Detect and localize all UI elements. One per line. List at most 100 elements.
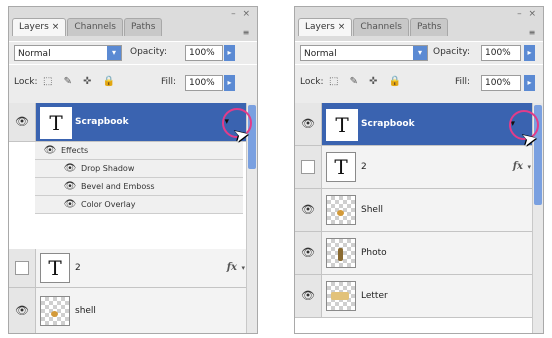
panel-menu-icon[interactable]: ≡ bbox=[239, 29, 253, 37]
blend-options-row: Normal ▾ Opacity: 100% ▸ bbox=[295, 41, 543, 65]
layer-name[interactable]: 2 bbox=[361, 161, 367, 173]
eye-icon[interactable]: 👁 bbox=[301, 118, 315, 130]
fill-label: Fill: bbox=[455, 77, 471, 87]
opacity-label: Opacity: bbox=[130, 47, 167, 57]
eye-icon[interactable]: 👁 bbox=[15, 304, 29, 317]
visibility-cell[interactable]: 👁 bbox=[295, 232, 322, 274]
lock-icons[interactable]: ⬚ ✎ ✜ 🔒 bbox=[329, 76, 405, 87]
opacity-flyout-icon[interactable]: ▸ bbox=[524, 45, 535, 61]
eye-icon[interactable]: 👁 bbox=[301, 247, 315, 259]
blend-mode-select[interactable]: Normal ▾ bbox=[14, 45, 122, 61]
visibility-cell[interactable] bbox=[295, 146, 322, 188]
image-layer-thumbnail bbox=[326, 238, 356, 268]
layer-list: 👁 T Scrapbook ▾ T 2 fx ▾ 👁 Shell 👁 Photo… bbox=[295, 103, 543, 333]
panel-menu-icon[interactable]: ≡ bbox=[525, 29, 539, 37]
tab-layers[interactable]: Layers × bbox=[298, 18, 353, 36]
visibility-cell[interactable]: 👁 bbox=[295, 189, 322, 231]
close-icon[interactable]: × bbox=[52, 22, 60, 32]
fill-input[interactable]: 100% bbox=[481, 75, 521, 91]
text-layer-thumbnail: T bbox=[326, 109, 358, 141]
layer-name[interactable]: 2 bbox=[75, 262, 81, 274]
fx-icon[interactable]: fx bbox=[513, 161, 523, 173]
opacity-flyout-icon[interactable]: ▸ bbox=[224, 45, 235, 61]
visibility-off-box[interactable] bbox=[301, 160, 315, 174]
layer-row-2[interactable]: T 2 fx ▾ bbox=[295, 146, 533, 189]
tab-paths[interactable]: Paths bbox=[123, 18, 163, 36]
text-layer-thumbnail: T bbox=[40, 107, 72, 139]
chevron-down-icon: ▾ bbox=[413, 46, 427, 60]
fill-flyout-icon[interactable]: ▸ bbox=[224, 75, 235, 91]
shell-thumbnail-art bbox=[51, 311, 58, 317]
tab-channels[interactable]: Channels bbox=[353, 18, 409, 36]
tab-paths[interactable]: Paths bbox=[409, 18, 449, 36]
layer-name[interactable]: Shell bbox=[361, 204, 383, 216]
visibility-cell[interactable]: 👁 bbox=[295, 275, 322, 317]
effect-row-bevel[interactable]: 👁 Bevel and Emboss bbox=[35, 178, 243, 196]
visibility-off-box[interactable] bbox=[15, 261, 29, 275]
shell-thumbnail-art bbox=[337, 210, 344, 216]
window-controls[interactable]: – × bbox=[231, 9, 252, 19]
tab-layers[interactable]: Layers × bbox=[12, 18, 67, 36]
layers-panel-left: – × Layers × Channels Paths ≡ Normal ▾ Op… bbox=[8, 6, 258, 334]
chevron-down-icon[interactable]: ▾ bbox=[527, 163, 531, 171]
effect-row-color-overlay[interactable]: 👁 Color Overlay bbox=[35, 196, 243, 214]
eye-icon[interactable]: 👁 bbox=[301, 290, 315, 302]
layer-row-shell[interactable]: 👁 Shell bbox=[295, 189, 533, 232]
panel-tabs: Layers × Channels Paths bbox=[298, 18, 449, 36]
letter-thumbnail-art bbox=[331, 292, 349, 300]
opacity-input[interactable]: 100% bbox=[481, 45, 521, 61]
eye-icon[interactable]: 👁 bbox=[15, 116, 29, 128]
close-icon[interactable]: × bbox=[338, 22, 346, 32]
opacity-input[interactable]: 100% bbox=[185, 45, 223, 61]
eye-icon[interactable]: 👁 bbox=[63, 199, 77, 211]
text-layer-thumbnail: T bbox=[40, 253, 70, 283]
layer-row-scrapbook[interactable]: 👁 T Scrapbook ▾ bbox=[9, 103, 247, 142]
effect-row-drop-shadow[interactable]: 👁 Drop Shadow bbox=[35, 160, 243, 178]
eye-icon[interactable]: 👁 bbox=[43, 145, 57, 157]
lock-icons[interactable]: ⬚ ✎ ✜ 🔒 bbox=[43, 76, 119, 87]
fill-label: Fill: bbox=[161, 77, 177, 87]
chevron-down-icon[interactable]: ▾ bbox=[241, 264, 245, 272]
effect-name: Color Overlay bbox=[81, 200, 136, 209]
tab-channels[interactable]: Channels bbox=[67, 18, 123, 36]
panel-tabs: Layers × Channels Paths bbox=[12, 18, 163, 36]
chevron-down-icon: ▾ bbox=[107, 46, 121, 60]
layer-row-photo[interactable]: 👁 Photo bbox=[295, 232, 533, 275]
image-layer-thumbnail bbox=[326, 195, 356, 225]
layer-row-2[interactable]: T 2 fx ▾ bbox=[9, 249, 247, 288]
effects-header-row[interactable]: 👁 Effects bbox=[35, 142, 243, 160]
text-layer-thumbnail: T bbox=[326, 152, 356, 182]
layer-list: 👁 T Scrapbook ▾ 👁 Effects 👁 Drop Shadow … bbox=[9, 103, 257, 333]
window-controls[interactable]: – × bbox=[517, 9, 538, 19]
visibility-cell[interactable] bbox=[9, 249, 36, 287]
effect-name: Bevel and Emboss bbox=[81, 182, 155, 191]
layer-name[interactable]: Photo bbox=[361, 247, 387, 259]
layer-row-shell[interactable]: 👁 shell bbox=[9, 288, 247, 333]
fill-input[interactable]: 100% bbox=[185, 75, 223, 91]
layer-name[interactable]: Letter bbox=[361, 290, 388, 302]
visibility-cell[interactable]: 👁 bbox=[9, 103, 36, 141]
photo-thumbnail-art bbox=[338, 248, 343, 261]
fx-icon[interactable]: fx bbox=[227, 262, 237, 274]
blend-options-row: Normal ▾ Opacity: 100% ▸ bbox=[9, 41, 257, 65]
image-layer-thumbnail bbox=[326, 281, 356, 311]
visibility-cell[interactable]: 👁 bbox=[295, 103, 322, 145]
layer-row-letter[interactable]: 👁 Letter bbox=[295, 275, 533, 318]
fill-flyout-icon[interactable]: ▸ bbox=[524, 75, 535, 91]
layer-row-scrapbook[interactable]: 👁 T Scrapbook ▾ bbox=[295, 103, 533, 146]
visibility-cell[interactable]: 👁 bbox=[9, 288, 36, 333]
layer-name[interactable]: shell bbox=[75, 305, 96, 317]
eye-icon[interactable]: 👁 bbox=[301, 204, 315, 216]
layer-name[interactable]: Scrapbook bbox=[75, 116, 129, 128]
image-layer-thumbnail bbox=[40, 296, 70, 326]
opacity-label: Opacity: bbox=[433, 47, 470, 57]
lock-label: Lock: bbox=[300, 77, 324, 87]
layers-panel-right: – × Layers × Channels Paths ≡ Normal ▾ Op… bbox=[294, 6, 544, 334]
layer-name[interactable]: Scrapbook bbox=[361, 118, 415, 130]
blend-mode-select[interactable]: Normal ▾ bbox=[300, 45, 428, 61]
effect-name: Drop Shadow bbox=[81, 164, 135, 173]
eye-icon[interactable]: 👁 bbox=[63, 181, 77, 193]
lock-options-row: Lock: ⬚ ✎ ✜ 🔒 Fill: 100% ▸ bbox=[9, 64, 257, 104]
lock-label: Lock: bbox=[14, 77, 38, 87]
eye-icon[interactable]: 👁 bbox=[63, 163, 77, 175]
